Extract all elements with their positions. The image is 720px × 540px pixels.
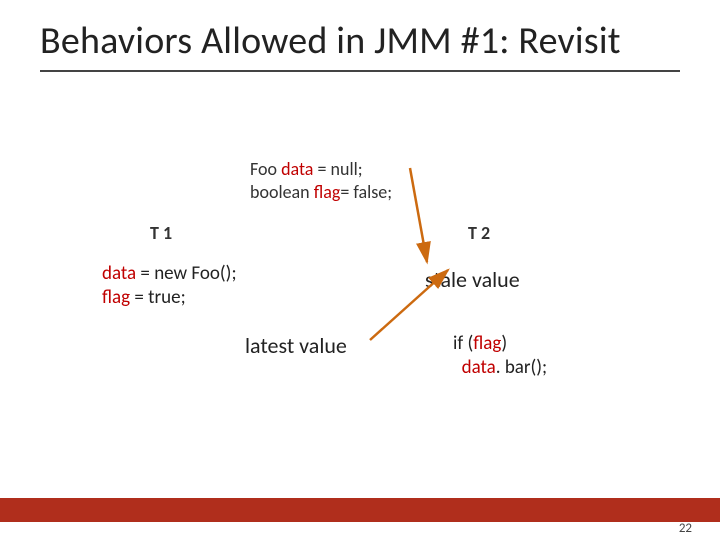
t1-line-1: data = new Foo(); <box>102 262 237 286</box>
text: ) <box>501 332 507 355</box>
slide-title: Behaviors Allowed in JMM #1: Revisit <box>40 20 680 64</box>
latest-value-label: latest value <box>245 332 347 359</box>
page-number: 22 <box>679 521 692 536</box>
shared-declarations: Foo data = null; boolean flag= false; <box>250 158 392 203</box>
text: = null; <box>313 158 362 180</box>
text: boolean <box>250 181 314 203</box>
text: . bar(); <box>496 356 547 379</box>
arrow-stale <box>410 168 427 262</box>
thread-1-code: data = new Foo(); flag = true; <box>102 262 237 310</box>
keyword-data: data <box>281 158 313 180</box>
stale-value-label: stale value <box>425 266 520 293</box>
text: = new Foo(); <box>136 262 236 285</box>
thread-1-label: T 1 <box>150 222 172 244</box>
footer-bar <box>0 498 720 522</box>
shared-line-2: boolean flag= false; <box>250 181 392 204</box>
text: = true; <box>130 286 186 309</box>
text: = false; <box>340 181 392 203</box>
shared-line-1: Foo data = null; <box>250 158 392 181</box>
keyword-flag: flag <box>314 181 341 203</box>
text: Foo <box>250 158 281 180</box>
t2-line-2: data. bar(); <box>453 356 547 380</box>
t2-line-1: if (flag) <box>453 332 547 356</box>
text <box>453 356 462 379</box>
text: if ( <box>453 332 473 355</box>
t1-line-2: flag = true; <box>102 286 237 310</box>
keyword-flag: flag <box>473 332 501 355</box>
keyword-data: data <box>462 356 496 379</box>
keyword-data: data <box>102 262 136 285</box>
title-container: Behaviors Allowed in JMM #1: Revisit <box>40 20 680 72</box>
thread-2-code: if (flag) data. bar(); <box>453 332 547 380</box>
slide: Behaviors Allowed in JMM #1: Revisit Foo… <box>0 0 720 540</box>
keyword-flag: flag <box>102 286 130 309</box>
thread-2-label: T 2 <box>468 222 490 244</box>
